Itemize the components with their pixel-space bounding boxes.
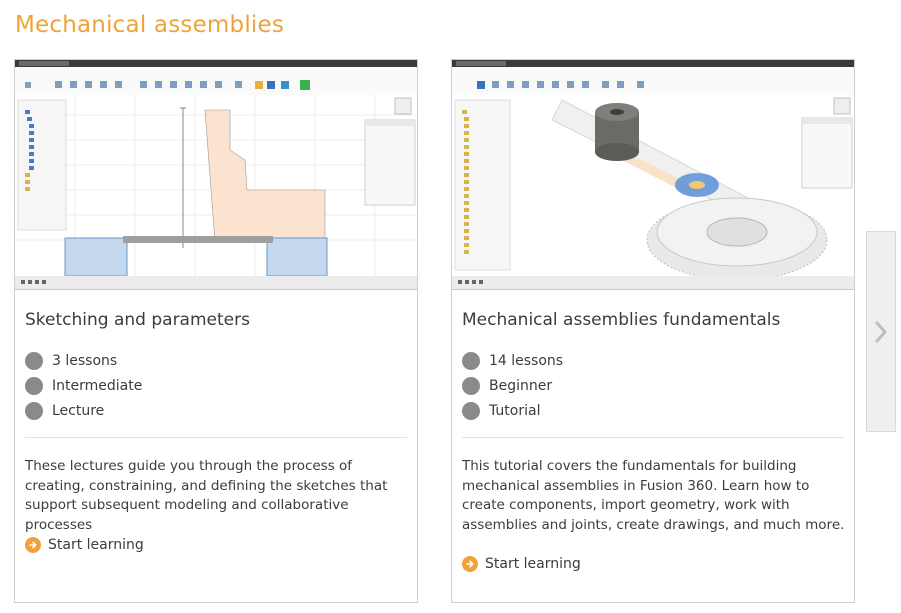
start-learning-link[interactable]: Start learning (25, 537, 144, 553)
divider (25, 437, 407, 438)
course-thumbnail[interactable] (15, 60, 417, 290)
arrow-right-circle-icon (25, 537, 41, 553)
course-card-sketching[interactable]: Sketching and parameters 3 lessons Inter… (14, 59, 418, 603)
level-icon (25, 376, 43, 395)
divider (462, 437, 844, 438)
course-description: These lectures guide you through the pro… (25, 458, 388, 533)
carousel-next-button[interactable] (866, 231, 896, 432)
course-meta: 14 lessons Beginner Tutorial (462, 348, 563, 423)
course-description: This tutorial covers the fundamentals fo… (462, 458, 845, 533)
skill-level: Intermediate (25, 373, 142, 398)
chevron-right-icon (875, 321, 887, 342)
course-card-assemblies[interactable]: Mechanical assemblies fundamentals 14 le… (451, 59, 855, 603)
section-title: Mechanical assemblies (15, 12, 285, 38)
fusion360-assembly-screenshot (452, 60, 854, 289)
lessons-icon (25, 351, 43, 370)
start-learning-link[interactable]: Start learning (462, 556, 581, 572)
level-icon (462, 376, 480, 395)
course-title[interactable]: Mechanical assemblies fundamentals (462, 310, 780, 330)
lesson-count: 3 lessons (25, 348, 142, 373)
course-format: Tutorial (462, 398, 563, 423)
course-meta: 3 lessons Intermediate Lecture (25, 348, 142, 423)
skill-level: Beginner (462, 373, 563, 398)
format-icon (25, 401, 43, 420)
course-format: Lecture (25, 398, 142, 423)
arrow-right-circle-icon (462, 556, 478, 572)
fusion360-sketch-screenshot (15, 60, 417, 289)
lesson-count: 14 lessons (462, 348, 563, 373)
format-icon (462, 401, 480, 420)
lessons-icon (462, 351, 480, 370)
course-title[interactable]: Sketching and parameters (25, 310, 250, 330)
course-thumbnail[interactable] (452, 60, 854, 290)
